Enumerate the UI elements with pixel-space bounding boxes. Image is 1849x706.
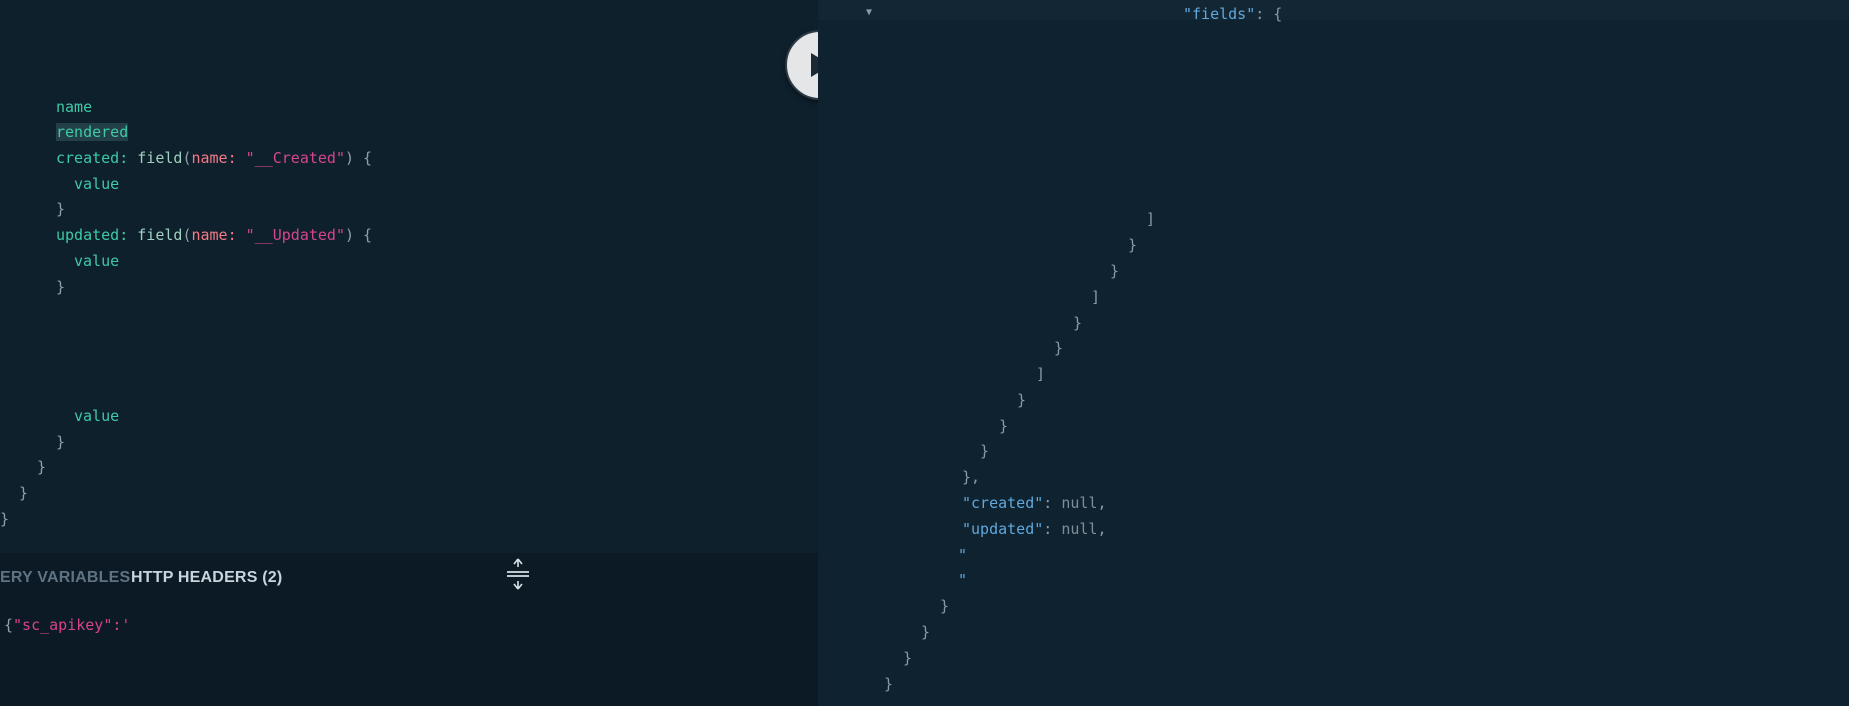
open-brace: ) { xyxy=(345,226,373,244)
open-brace: { xyxy=(4,616,14,634)
result-line-created: "created": null, xyxy=(962,492,1107,514)
result-line-fields: "fields": { xyxy=(1183,3,1282,25)
code-line-close: } xyxy=(19,482,28,504)
result-line: } xyxy=(1110,260,1119,282)
brace-close: } xyxy=(1128,236,1138,254)
json-comma: , xyxy=(1097,494,1107,512)
code-line-close: } xyxy=(56,198,65,220)
json-null: null xyxy=(1061,520,1098,538)
field-value: value xyxy=(74,175,120,193)
brace-close: } xyxy=(921,623,931,641)
tab-http-headers[interactable]: HTTP HEADERS (2) xyxy=(131,568,282,588)
json-key-fields: "fields" xyxy=(1183,5,1256,23)
brace-close: } xyxy=(1110,262,1120,280)
code-line-close: } xyxy=(56,431,65,453)
brace-close: } xyxy=(980,442,990,460)
triangle-down-icon[interactable]: ▼ xyxy=(866,7,872,19)
field-function: field xyxy=(137,149,183,167)
brace-close: } xyxy=(1017,391,1027,409)
result-line: } xyxy=(1054,337,1063,359)
close-brace: } xyxy=(37,458,47,476)
bracket-close: ] xyxy=(1091,288,1101,306)
brace-close: } xyxy=(1054,339,1064,357)
field-name: name xyxy=(56,98,93,116)
string-created: "__Created" xyxy=(245,149,345,167)
json-quote: " xyxy=(958,571,968,589)
arg-name: name: xyxy=(191,226,237,244)
alias-created: created: xyxy=(56,149,129,167)
brace-close: } xyxy=(903,649,913,667)
http-headers-editor[interactable]: {"sc_apikey":' xyxy=(4,614,130,636)
field-rendered: rendered xyxy=(56,123,129,141)
brace-close: } xyxy=(940,597,950,615)
result-line-updated: "updated": null, xyxy=(962,518,1107,540)
result-line: } xyxy=(1128,234,1137,256)
code-line-close: } xyxy=(0,508,9,530)
result-viewer[interactable] xyxy=(818,20,1849,706)
code-line-value: value xyxy=(74,250,119,272)
close-brace: } xyxy=(0,510,10,528)
bracket-close: ] xyxy=(1036,365,1046,383)
brace-close: } xyxy=(884,675,894,693)
close-brace: } xyxy=(56,200,66,218)
field-value: value xyxy=(74,252,120,270)
string-updated: "__Updated" xyxy=(245,226,345,244)
json-punc: : { xyxy=(1255,5,1283,23)
code-line-created: created: field(name: "__Created") { xyxy=(56,147,372,169)
brace-close-comma: }, xyxy=(962,468,981,486)
result-line-quote: " xyxy=(958,569,967,591)
result-line: ] xyxy=(1091,286,1100,308)
field-function: field xyxy=(137,226,183,244)
arg-name: name: xyxy=(191,149,237,167)
code-line-close: } xyxy=(56,276,65,298)
close-brace: } xyxy=(56,433,66,451)
alias-updated: updated: xyxy=(56,226,129,244)
result-line: } xyxy=(940,595,949,617)
header-colon: :' xyxy=(112,616,131,634)
close-brace: } xyxy=(56,278,66,296)
brace-close: } xyxy=(999,417,1009,435)
result-line: }, xyxy=(962,466,980,488)
json-key-created: "created" xyxy=(962,494,1044,512)
json-key-updated: "updated" xyxy=(962,520,1044,538)
result-line: } xyxy=(999,415,1008,437)
open-brace: ) { xyxy=(345,149,373,167)
query-editor[interactable]: name rendered created: field(name: "__Cr… xyxy=(0,0,818,553)
result-line: } xyxy=(903,647,912,669)
json-comma: , xyxy=(1097,520,1107,538)
result-line: } xyxy=(921,621,930,643)
code-line-rendered: rendered xyxy=(56,121,129,143)
code-line-value: value xyxy=(74,173,119,195)
close-brace: } xyxy=(19,484,29,502)
bracket-close: ] xyxy=(1146,210,1156,228)
resize-vertical-icon[interactable] xyxy=(505,557,531,591)
result-line: } xyxy=(1073,312,1082,334)
result-line: ] xyxy=(1146,208,1155,230)
header-key: "sc_apikey" xyxy=(13,616,113,634)
json-quote: " xyxy=(958,546,968,564)
json-null: null xyxy=(1061,494,1098,512)
code-line-updated: updated: field(name: "__Updated") { xyxy=(56,224,372,246)
tab-query-variables[interactable]: ERY VARIABLES xyxy=(0,568,130,588)
code-line-close: } xyxy=(37,456,46,478)
result-line: } xyxy=(1017,389,1026,411)
result-line: } xyxy=(980,440,989,462)
field-value: value xyxy=(74,407,120,425)
result-line: ] xyxy=(1036,363,1045,385)
json-colon: : xyxy=(1043,494,1062,512)
result-line: } xyxy=(884,673,893,695)
brace-close: } xyxy=(1073,314,1083,332)
code-line-name: name xyxy=(56,96,92,118)
json-colon: : xyxy=(1043,520,1062,538)
code-line-value: value xyxy=(74,405,119,427)
result-line-quote: " xyxy=(958,544,967,566)
